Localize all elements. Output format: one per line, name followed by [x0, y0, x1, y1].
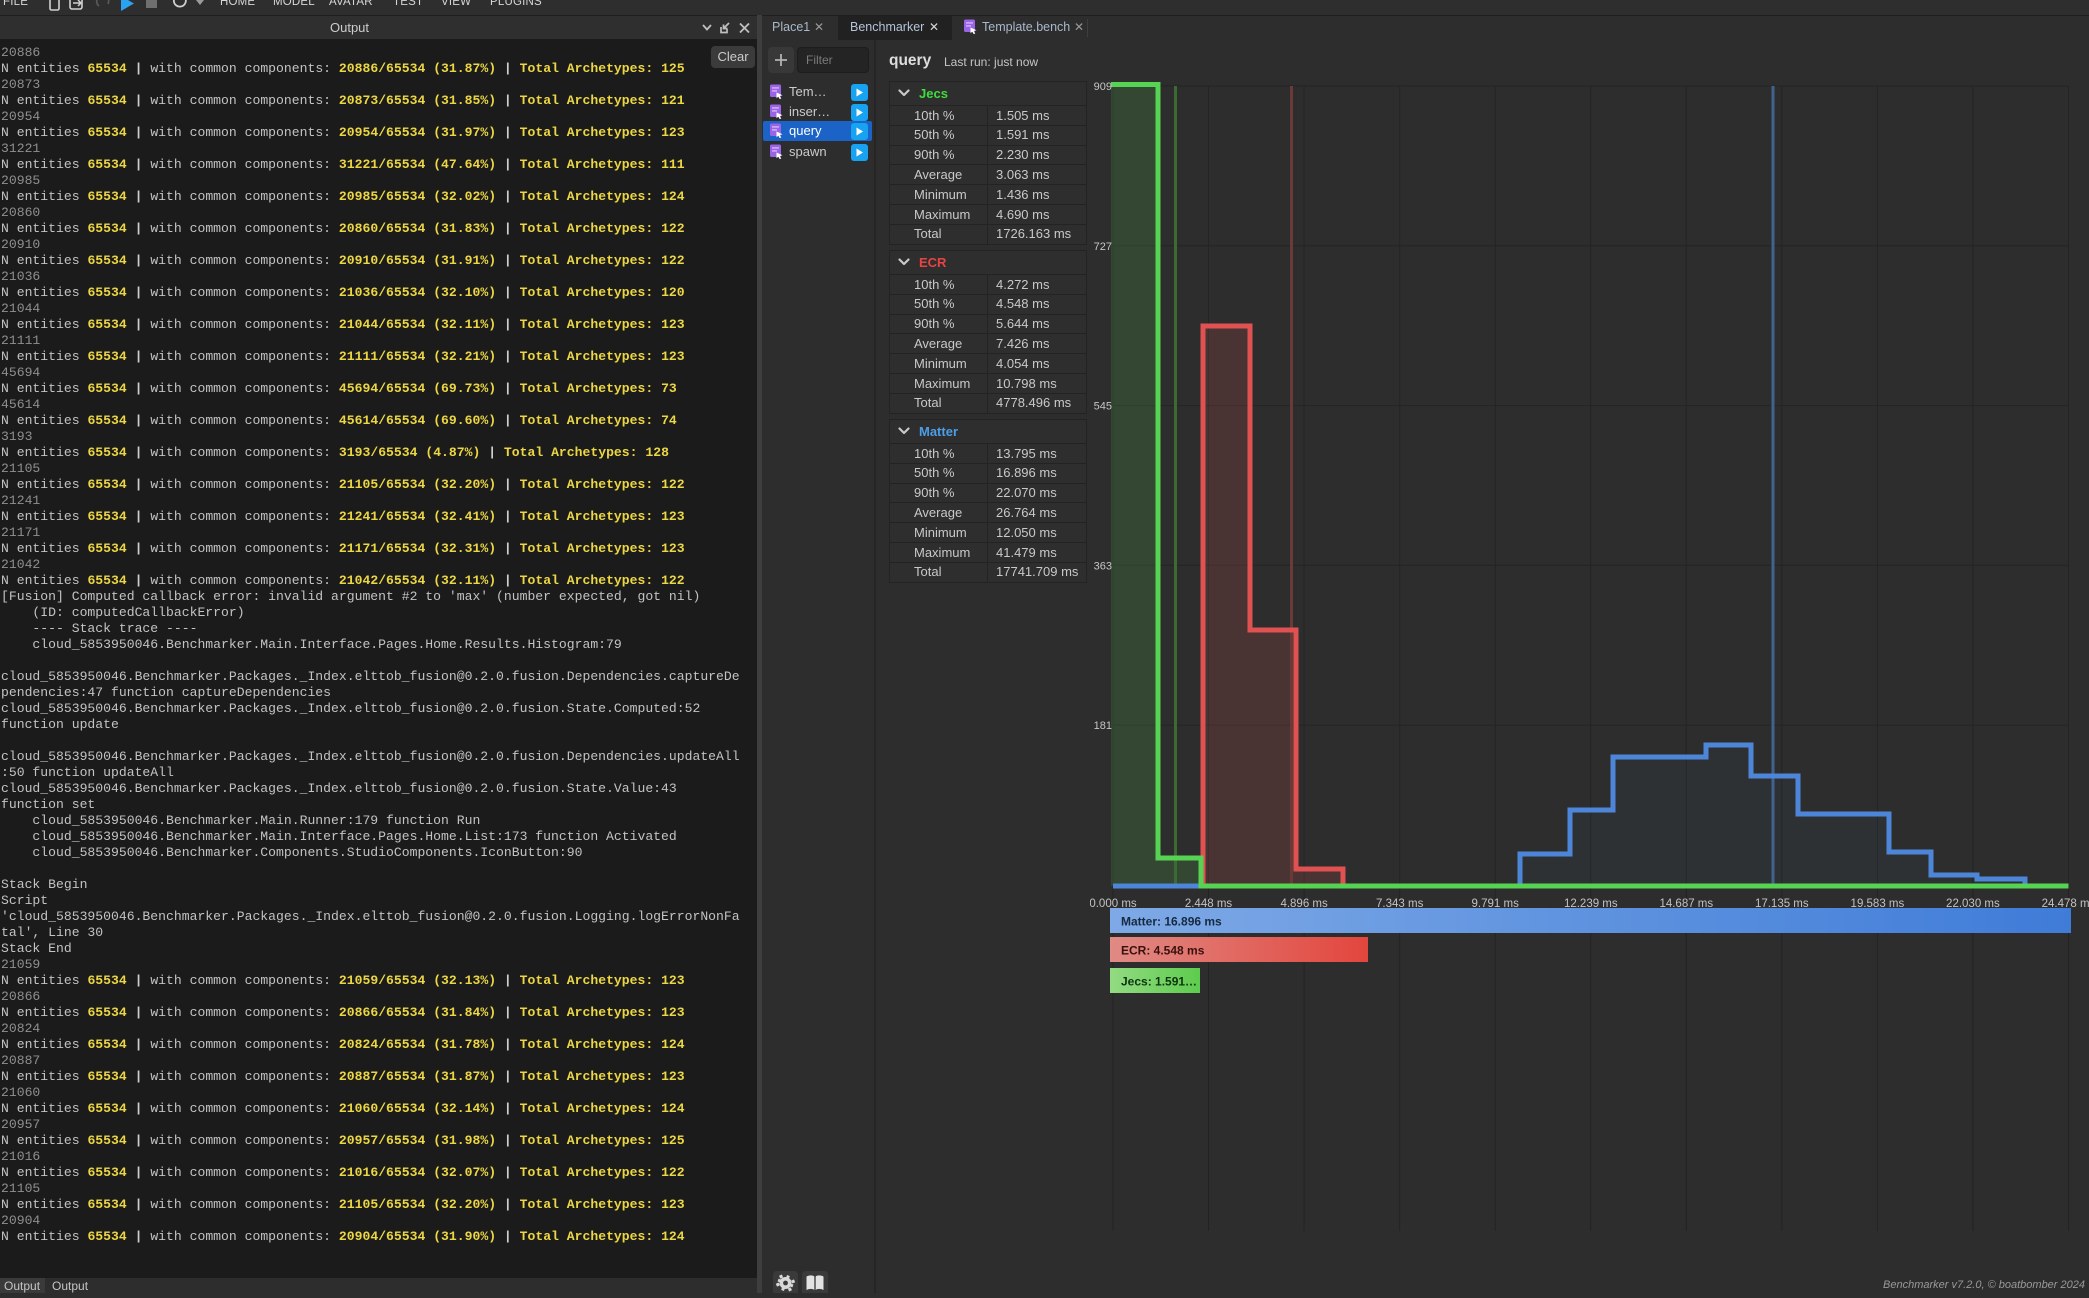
svg-text:909: 909 [1094, 81, 1112, 93]
svg-text:Matter: 16.896 ms: Matter: 16.896 ms [1121, 915, 1222, 929]
svg-text:Jecs: 1.591…: Jecs: 1.591… [1121, 975, 1197, 989]
svg-text:ECR: 4.548 ms: ECR: 4.548 ms [1121, 944, 1205, 958]
svg-text:363: 363 [1094, 560, 1112, 572]
svg-text:727: 727 [1094, 241, 1112, 253]
svg-text:545: 545 [1094, 401, 1112, 413]
svg-text:181: 181 [1094, 720, 1112, 732]
